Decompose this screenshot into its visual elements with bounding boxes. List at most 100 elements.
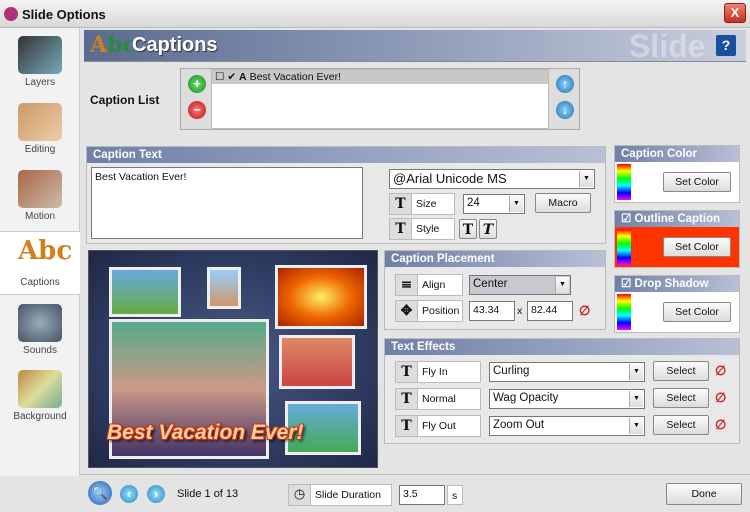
sidebar-item-label: Background	[13, 411, 67, 422]
sidebar-item-label: Sounds	[23, 345, 57, 356]
font-select[interactable]: @Arial Unicode MS ▼	[389, 169, 595, 189]
sidebar-item-editing[interactable]: Editing	[0, 99, 80, 163]
slide-preview[interactable]: Best Vacation Ever!	[88, 250, 378, 468]
panel-title: Caption Text	[87, 147, 605, 163]
drop-shadow-checkbox[interactable]: ☑ Drop Shadow	[615, 276, 739, 292]
duration-input[interactable]: 3.5	[399, 485, 445, 505]
title-bar: Slide Options X	[0, 0, 750, 28]
photo	[279, 335, 355, 389]
color-swatch[interactable]	[617, 164, 631, 200]
move-icon: ✥	[396, 301, 418, 321]
fly-out-select[interactable]: Zoom Out ▼	[489, 416, 645, 436]
set-shadow-color-button[interactable]: Set Color	[663, 302, 731, 322]
chevron-down-icon: ▼	[579, 171, 593, 187]
set-outline-color-button[interactable]: Set Color	[663, 237, 731, 257]
next-slide-button[interactable]: ›	[147, 485, 165, 503]
italic-button[interactable]: T	[479, 219, 497, 239]
text-effects-panel: Text Effects T Fly In Curling ▼ Select ∅ T…	[384, 338, 740, 444]
fly-in-select[interactable]: Curling ▼	[489, 362, 645, 382]
drop-shadow-panel: ☑ Drop Shadow Set Color	[614, 275, 740, 333]
effect-label-text: Fly In	[422, 366, 448, 378]
align-icon: ≡	[396, 275, 418, 295]
sidebar-item-label: Motion	[24, 211, 55, 222]
effect-value: Wag Opacity	[493, 392, 559, 404]
fly-in-icon: T	[396, 362, 418, 382]
motion-icon	[18, 170, 62, 208]
effect-label-text: Normal	[422, 393, 456, 405]
move-up-button[interactable]: ↑	[556, 75, 574, 93]
chevron-down-icon: ▼	[555, 277, 569, 293]
caption-list-label: Caption List	[90, 93, 160, 107]
photo	[207, 267, 241, 309]
effect-label-text: Fly Out	[422, 420, 456, 432]
fly-in-select-button[interactable]: Select	[653, 361, 709, 381]
duration-unit: s	[447, 485, 463, 505]
clock-icon: ◷	[289, 485, 311, 505]
size-value: 24	[467, 197, 480, 209]
sidebar-item-layers[interactable]: Layers	[0, 32, 80, 96]
panel-title: Drop Shadow	[634, 278, 709, 290]
zoom-preview-icon[interactable]: 🔍	[88, 481, 112, 505]
align-value: Center	[473, 278, 508, 290]
remove-caption-button[interactable]: −	[188, 101, 206, 119]
text-size-icon: T	[390, 194, 412, 214]
fly-out-icon: T	[396, 416, 418, 436]
clear-fly-out-icon[interactable]: ∅	[715, 417, 726, 433]
caption-list-frame: + − ☐ ✔ A Best Vacation Ever! ↑ ↓	[180, 68, 580, 130]
effect-value: Zoom Out	[493, 419, 545, 431]
move-down-button[interactable]: ↓	[556, 101, 574, 119]
text-style-icon: T	[390, 219, 412, 239]
color-swatch[interactable]	[617, 229, 631, 265]
bold-button[interactable]: T	[459, 219, 477, 239]
position-label: ✥ Position	[395, 300, 463, 322]
sidebar-item-sounds[interactable]: Sounds	[0, 300, 80, 364]
list-item[interactable]: ☐ ✔ A Best Vacation Ever!	[212, 70, 548, 84]
fly-out-select-button[interactable]: Select	[653, 415, 709, 435]
normal-effect-icon: T	[396, 389, 418, 409]
background-icon	[18, 370, 62, 408]
position-y-input[interactable]: 82.44	[527, 301, 573, 321]
reset-position-icon[interactable]: ∅	[579, 303, 590, 319]
size-select[interactable]: 24 ▼	[463, 194, 525, 214]
add-caption-button[interactable]: +	[188, 75, 206, 93]
sidebar-item-background[interactable]: Background	[0, 366, 80, 430]
style-label-text: Style	[416, 223, 440, 235]
position-label-text: Position	[422, 305, 460, 317]
position-separator: x	[517, 305, 523, 317]
preview-caption[interactable]: Best Vacation Ever!	[107, 421, 303, 445]
caption-text-input[interactable]: Best Vacation Ever!	[91, 167, 363, 239]
app-icon	[4, 7, 18, 21]
clear-fly-in-icon[interactable]: ∅	[715, 363, 726, 379]
set-caption-color-button[interactable]: Set Color	[663, 172, 731, 192]
align-select[interactable]: Center ▼	[469, 275, 571, 295]
normal-select-button[interactable]: Select	[653, 388, 709, 408]
previous-slide-button[interactable]: ‹	[120, 485, 138, 503]
align-label: ≡ Align	[395, 274, 463, 296]
caption-list[interactable]: ☐ ✔ A Best Vacation Ever!	[211, 69, 549, 129]
slide-duration-label: ◷ Slide Duration	[288, 484, 392, 506]
help-button[interactable]: ?	[716, 35, 736, 56]
clear-normal-icon[interactable]: ∅	[715, 390, 726, 406]
duration-label-text: Slide Duration	[315, 489, 381, 501]
position-x-input[interactable]: 43.34	[469, 301, 515, 321]
normal-select[interactable]: Wag Opacity ▼	[489, 389, 645, 409]
photo	[109, 267, 181, 317]
photo	[275, 265, 367, 329]
sidebar-item-captions[interactable]: Abc Captions	[0, 231, 80, 295]
macro-button[interactable]: Macro	[535, 193, 591, 213]
outline-caption-checkbox[interactable]: ☑ Outline Caption	[615, 211, 739, 227]
close-button[interactable]: X	[724, 3, 746, 23]
caption-text-panel: Caption Text Best Vacation Ever! @Arial …	[86, 146, 606, 244]
normal-label: T Normal	[395, 388, 481, 410]
watermark: Slide	[629, 28, 706, 64]
captions-icon: Abc	[18, 236, 73, 266]
done-button[interactable]: Done	[666, 483, 742, 505]
palette-icon	[18, 103, 62, 141]
sidebar-item-label: Editing	[24, 144, 56, 155]
color-swatch[interactable]	[617, 294, 631, 330]
font-value: @Arial Unicode MS	[393, 171, 507, 186]
sidebar-item-label: Layers	[24, 77, 55, 88]
sidebar-item-motion[interactable]: Motion	[0, 166, 80, 230]
size-label: T Size	[389, 193, 455, 215]
panel-title: Outline Caption	[634, 213, 721, 225]
